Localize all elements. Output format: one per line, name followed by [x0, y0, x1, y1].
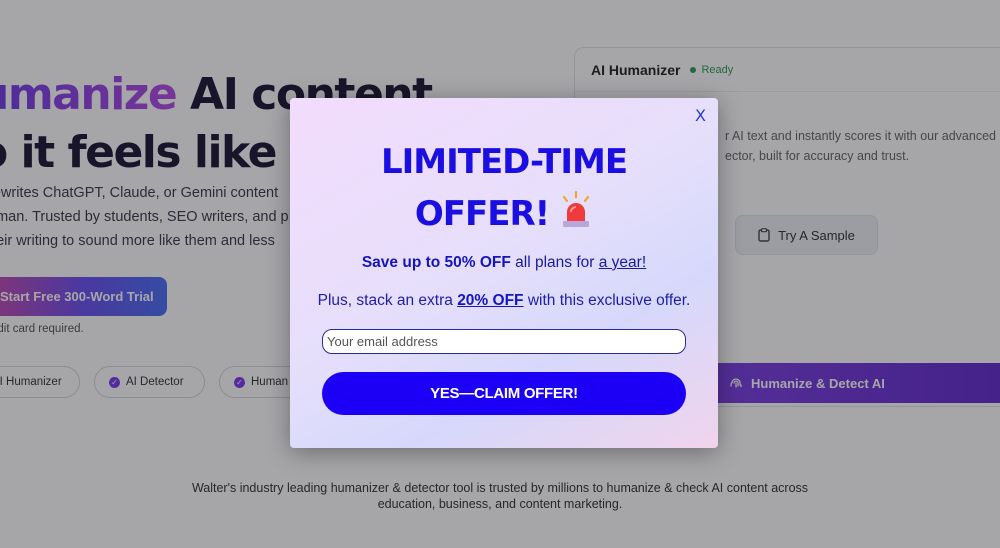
modal-title: LIMITED-TIME OFFER! [290, 136, 718, 244]
stack-offer-text: Plus, stack an extra 20% OFF with this e… [290, 292, 718, 310]
save-offer-link[interactable]: a year! [599, 254, 646, 271]
offer-modal: X LIMITED-TIME OFFER! Save up to 50% OFF… [290, 98, 718, 448]
stack-offer-prefix: Plus, stack an extra [317, 292, 458, 309]
stack-offer-bold: 20% OFF [457, 292, 524, 309]
modal-title-line1: LIMITED-TIME [380, 142, 628, 182]
modal-title-line2: OFFER! [414, 194, 550, 234]
stack-offer-suffix: with this exclusive offer. [523, 292, 691, 309]
save-offer-middle: all plans for [510, 254, 599, 271]
claim-offer-button[interactable]: YES—CLAIM OFFER! [322, 372, 686, 415]
save-offer-bold: Save up to 50% OFF [361, 254, 511, 271]
email-field[interactable] [322, 329, 686, 354]
siren-icon [559, 190, 593, 244]
close-icon[interactable]: X [695, 106, 706, 125]
save-offer-text: Save up to 50% OFF all plans for a year! [290, 254, 718, 272]
